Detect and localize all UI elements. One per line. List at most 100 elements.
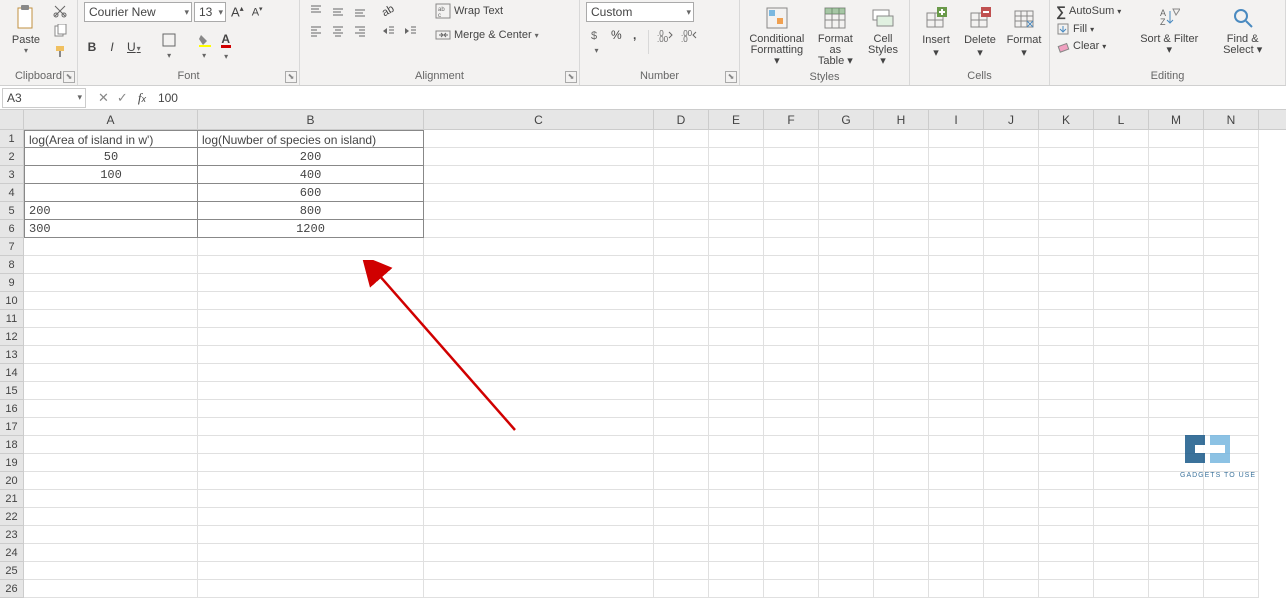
column-header-C[interactable]: C: [424, 110, 654, 129]
cell-I23[interactable]: [929, 526, 984, 544]
cell-J8[interactable]: [984, 256, 1039, 274]
cell-G2[interactable]: [819, 148, 874, 166]
cell-B23[interactable]: [198, 526, 424, 544]
cell-F20[interactable]: [764, 472, 819, 490]
cell-C7[interactable]: [424, 238, 654, 256]
row-header-18[interactable]: 18: [0, 436, 24, 454]
cell-N5[interactable]: [1204, 202, 1259, 220]
cell-J24[interactable]: [984, 544, 1039, 562]
cell-M14[interactable]: [1149, 364, 1204, 382]
cell-F2[interactable]: [764, 148, 819, 166]
cell-N16[interactable]: [1204, 400, 1259, 418]
number-dialog-launcher[interactable]: ⬊: [725, 71, 737, 83]
cell-D24[interactable]: [654, 544, 709, 562]
cell-N6[interactable]: [1204, 220, 1259, 238]
cell-E15[interactable]: [709, 382, 764, 400]
cell-B7[interactable]: [198, 238, 424, 256]
cell-C10[interactable]: [424, 292, 654, 310]
cell-H14[interactable]: [874, 364, 929, 382]
row-header-6[interactable]: 6: [0, 220, 24, 238]
cell-E1[interactable]: [709, 130, 764, 148]
cell-E13[interactable]: [709, 346, 764, 364]
cell-D10[interactable]: [654, 292, 709, 310]
cell-F5[interactable]: [764, 202, 819, 220]
cell-B21[interactable]: [198, 490, 424, 508]
column-header-F[interactable]: F: [764, 110, 819, 129]
cell-B9[interactable]: [198, 274, 424, 292]
cell-L4[interactable]: [1094, 184, 1149, 202]
cell-D21[interactable]: [654, 490, 709, 508]
number-format-combo[interactable]: Custom: [586, 2, 694, 22]
cell-I17[interactable]: [929, 418, 984, 436]
cell-E25[interactable]: [709, 562, 764, 580]
cell-H26[interactable]: [874, 580, 929, 598]
cell-G6[interactable]: [819, 220, 874, 238]
cell-K25[interactable]: [1039, 562, 1094, 580]
cell-F12[interactable]: [764, 328, 819, 346]
cell-H17[interactable]: [874, 418, 929, 436]
cell-G26[interactable]: [819, 580, 874, 598]
cell-G18[interactable]: [819, 436, 874, 454]
cell-M15[interactable]: [1149, 382, 1204, 400]
row-header-21[interactable]: 21: [0, 490, 24, 508]
cell-C11[interactable]: [424, 310, 654, 328]
cell-I8[interactable]: [929, 256, 984, 274]
cell-styles-button[interactable]: Cell Styles ▾: [863, 2, 903, 69]
cell-L6[interactable]: [1094, 220, 1149, 238]
cell-H10[interactable]: [874, 292, 929, 310]
cell-J25[interactable]: [984, 562, 1039, 580]
cell-N26[interactable]: [1204, 580, 1259, 598]
cell-N15[interactable]: [1204, 382, 1259, 400]
cell-C19[interactable]: [424, 454, 654, 472]
row-header-9[interactable]: 9: [0, 274, 24, 292]
cell-J15[interactable]: [984, 382, 1039, 400]
cell-B8[interactable]: [198, 256, 424, 274]
cell-A9[interactable]: [24, 274, 198, 292]
row-header-14[interactable]: 14: [0, 364, 24, 382]
percent-button[interactable]: %: [608, 26, 625, 58]
cell-G24[interactable]: [819, 544, 874, 562]
cell-A12[interactable]: [24, 328, 198, 346]
underline-button[interactable]: U: [124, 38, 144, 56]
cell-B15[interactable]: [198, 382, 424, 400]
cell-F24[interactable]: [764, 544, 819, 562]
cell-F18[interactable]: [764, 436, 819, 454]
cell-C22[interactable]: [424, 508, 654, 526]
cell-F3[interactable]: [764, 166, 819, 184]
cell-A22[interactable]: [24, 508, 198, 526]
cell-N9[interactable]: [1204, 274, 1259, 292]
cell-K6[interactable]: [1039, 220, 1094, 238]
cell-E23[interactable]: [709, 526, 764, 544]
row-header-2[interactable]: 2: [0, 148, 24, 166]
cell-K22[interactable]: [1039, 508, 1094, 526]
cell-L11[interactable]: [1094, 310, 1149, 328]
cell-L14[interactable]: [1094, 364, 1149, 382]
cell-G21[interactable]: [819, 490, 874, 508]
cell-K15[interactable]: [1039, 382, 1094, 400]
cell-H8[interactable]: [874, 256, 929, 274]
cell-J18[interactable]: [984, 436, 1039, 454]
cell-M9[interactable]: [1149, 274, 1204, 292]
column-header-B[interactable]: B: [198, 110, 424, 129]
cell-C15[interactable]: [424, 382, 654, 400]
cell-A14[interactable]: [24, 364, 198, 382]
grid-body[interactable]: 1log(Area of island in w')log(Nuwber of …: [0, 130, 1286, 598]
row-header-7[interactable]: 7: [0, 238, 24, 256]
cell-L1[interactable]: [1094, 130, 1149, 148]
cell-M12[interactable]: [1149, 328, 1204, 346]
cell-K17[interactable]: [1039, 418, 1094, 436]
cell-H16[interactable]: [874, 400, 929, 418]
cell-E8[interactable]: [709, 256, 764, 274]
cell-B16[interactable]: [198, 400, 424, 418]
cell-M2[interactable]: [1149, 148, 1204, 166]
cell-C21[interactable]: [424, 490, 654, 508]
row-header-26[interactable]: 26: [0, 580, 24, 598]
column-header-D[interactable]: D: [654, 110, 709, 129]
cell-G11[interactable]: [819, 310, 874, 328]
cell-I5[interactable]: [929, 202, 984, 220]
row-header-3[interactable]: 3: [0, 166, 24, 184]
cell-I9[interactable]: [929, 274, 984, 292]
increase-indent-button[interactable]: [400, 22, 420, 40]
cell-M11[interactable]: [1149, 310, 1204, 328]
cell-I4[interactable]: [929, 184, 984, 202]
